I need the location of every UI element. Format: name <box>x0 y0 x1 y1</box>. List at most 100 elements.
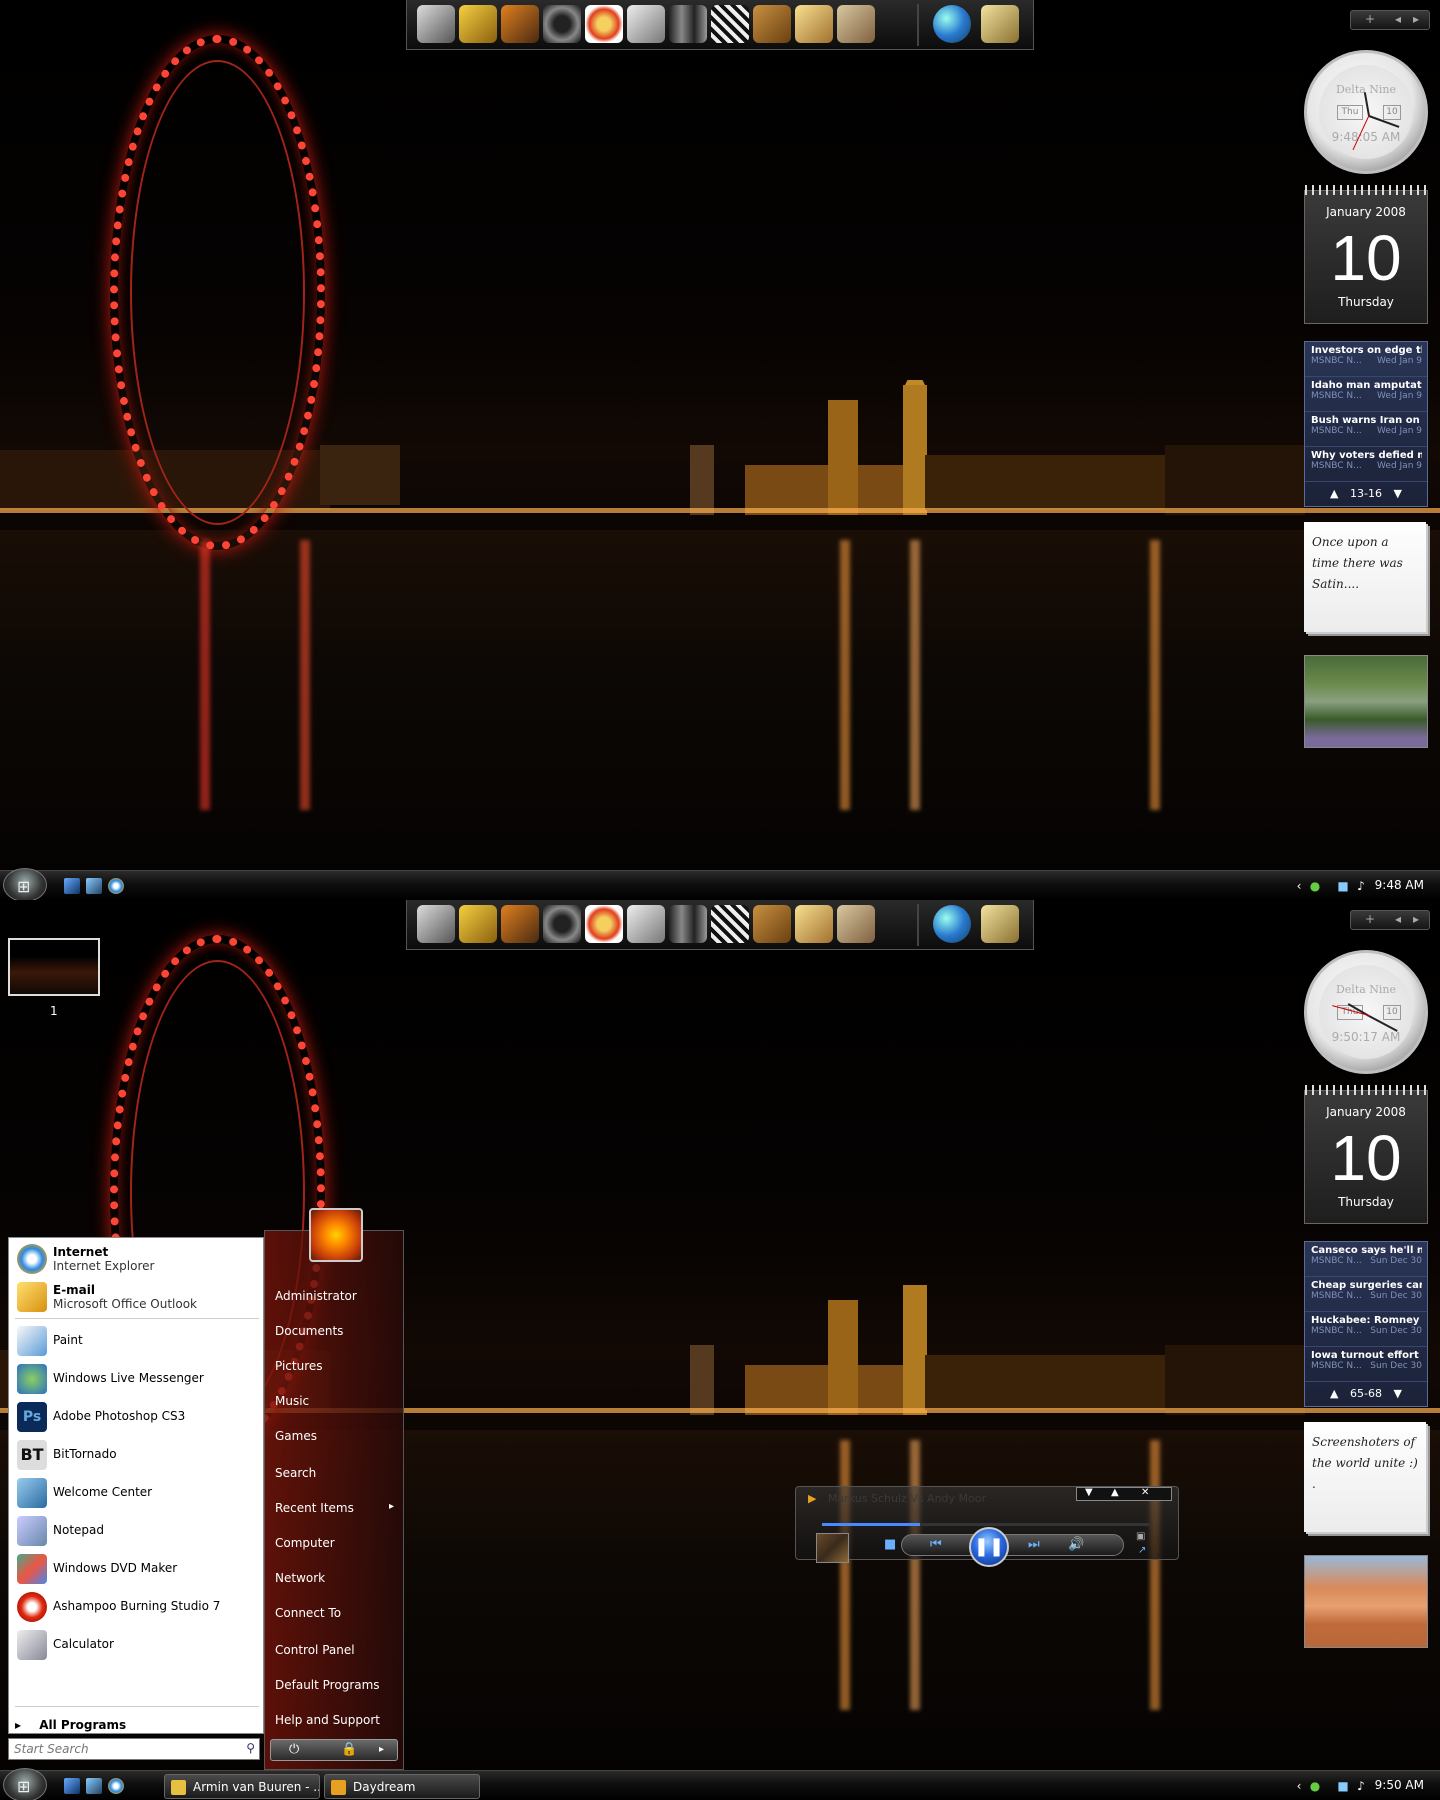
notes-gadget[interactable]: Once upon a time there was Satin.... <box>1304 522 1426 632</box>
note-text[interactable]: Once upon a time there was Satin.... <box>1304 522 1426 605</box>
place-control-panel[interactable]: Control Panel <box>275 1643 355 1657</box>
poker-chip-icon[interactable] <box>585 5 623 43</box>
keys-icon[interactable] <box>459 5 497 43</box>
binoculars-icon[interactable] <box>627 905 665 943</box>
news-next-icon[interactable]: ▼ <box>1393 1387 1401 1400</box>
volume-icon[interactable]: ♪ <box>1354 1779 1368 1793</box>
notepad-icon[interactable] <box>981 5 1019 43</box>
tv-icon[interactable] <box>501 5 539 43</box>
ie-icon[interactable] <box>108 878 124 894</box>
news-item[interactable]: Iowa turnout effort c... MSNBC N... Sun D… <box>1305 1347 1427 1382</box>
previous-icon[interactable]: ⏮ <box>930 1537 942 1552</box>
start-search-input[interactable]: Start Search ⚲ <box>8 1738 260 1760</box>
place-computer[interactable]: Computer <box>275 1536 335 1550</box>
globe-icon[interactable] <box>933 905 971 943</box>
sidebar-prev-button[interactable]: ◂ <box>1395 912 1401 926</box>
briefcase-icon[interactable] <box>753 5 791 43</box>
show-desktop-icon[interactable] <box>64 878 80 894</box>
place-music[interactable]: Music <box>275 1394 309 1408</box>
camera-lens-icon[interactable] <box>543 905 581 943</box>
keys-icon[interactable] <box>459 905 497 943</box>
tray-expand-icon[interactable]: ‹ <box>1292 1779 1306 1793</box>
pinned-internet[interactable]: Internet Internet Explorer <box>13 1242 259 1276</box>
minimize-icon[interactable]: ▼ <box>1085 1487 1093 1498</box>
clapper-icon[interactable] <box>711 5 749 43</box>
recent-program[interactable]: Windows Live Messenger <box>13 1362 259 1396</box>
note-text[interactable]: Screenshoters of the world unite :) . <box>1304 1422 1426 1505</box>
workspace-thumbnail[interactable] <box>8 938 100 996</box>
news-item[interactable]: Canseco says he'll na... MSNBC N... Sun D… <box>1305 1242 1427 1277</box>
calendar-gadget[interactable]: January 2008 10 Thursday <box>1304 185 1428 324</box>
recent-program[interactable]: Paint <box>13 1324 259 1358</box>
recent-program[interactable]: Ashampoo Burning Studio 7 <box>13 1590 259 1624</box>
place-help-support[interactable]: Help and Support <box>275 1713 380 1727</box>
tv-icon[interactable] <box>501 905 539 943</box>
tray-clock[interactable]: 9:50 AM <box>1375 1778 1424 1792</box>
taskbar-button[interactable]: Daydream <box>324 1774 480 1799</box>
news-prev-icon[interactable]: ▲ <box>1330 487 1338 500</box>
toolbox-icon[interactable] <box>669 5 707 43</box>
place-pictures[interactable]: Pictures <box>275 1359 323 1373</box>
place-recent-items[interactable]: Recent Items <box>275 1501 354 1515</box>
taskbar-button[interactable]: Armin van Buuren - ... <box>164 1774 320 1799</box>
pictures-icon[interactable] <box>795 905 833 943</box>
pinned-email[interactable]: E-mail Microsoft Office Outlook <box>13 1280 259 1314</box>
sidebar-add-button[interactable]: + <box>1365 12 1375 26</box>
map-icon[interactable] <box>837 5 875 43</box>
all-programs-button[interactable]: ▸ All Programs <box>15 1718 126 1732</box>
volume-icon[interactable]: 🔊 <box>1068 1537 1084 1552</box>
recent-program[interactable]: BT BitTornado <box>13 1438 259 1472</box>
start-button[interactable]: ⊞ <box>3 1768 47 1800</box>
switch-windows-icon[interactable] <box>86 1778 102 1794</box>
camera-lens-icon[interactable] <box>543 5 581 43</box>
place-network[interactable]: Network <box>275 1571 325 1585</box>
clock-gadget[interactable]: Delta Nine Thu 10 9:50:17 AM <box>1304 950 1428 1074</box>
news-item[interactable]: Idaho man amputate... MSNBC N... Wed Jan … <box>1305 377 1427 412</box>
sidebar-add-button[interactable]: + <box>1365 912 1375 926</box>
network-icon[interactable]: ■ <box>1336 879 1350 893</box>
news-item[interactable]: Huckabee: Romney '... MSNBC N... Sun Dec … <box>1305 1312 1427 1347</box>
place-connect-to[interactable]: Connect To <box>275 1606 341 1620</box>
news-item[interactable]: Bush warns Iran on s... MSNBC N... Wed Ja… <box>1305 412 1427 447</box>
place-default-programs[interactable]: Default Programs <box>275 1678 380 1692</box>
power-options-arrow-icon[interactable]: ▸ <box>379 1744 384 1755</box>
pictures-icon[interactable] <box>795 5 833 43</box>
switch-windows-icon[interactable] <box>86 878 102 894</box>
restore-icon[interactable]: ▲ <box>1111 1487 1119 1498</box>
sidebar-prev-button[interactable]: ◂ <box>1395 12 1401 26</box>
next-icon[interactable]: ⏭ <box>1028 1537 1040 1552</box>
network-icon[interactable]: ■ <box>1336 1779 1350 1793</box>
place-documents[interactable]: Documents <box>275 1324 343 1338</box>
sidebar-next-button[interactable]: ▸ <box>1413 912 1419 926</box>
news-item[interactable]: Investors on edge thi... MSNBC N... Wed J… <box>1305 342 1427 377</box>
seek-bar[interactable] <box>822 1523 1150 1526</box>
slideshow-gadget[interactable] <box>1304 1555 1428 1648</box>
toolbox-icon[interactable] <box>669 905 707 943</box>
clock-gadget[interactable]: Delta Nine Thu 10 9:48:05 AM <box>1304 50 1428 174</box>
recent-program[interactable]: Welcome Center <box>13 1476 259 1510</box>
power-icon[interactable]: ⏻ <box>289 1742 299 1757</box>
recent-program[interactable]: Notepad <box>13 1514 259 1548</box>
place-administrator[interactable]: Administrator <box>275 1289 357 1303</box>
slideshow-gadget[interactable] <box>1304 655 1428 748</box>
search-icon[interactable]: ⚲ <box>246 1741 255 1755</box>
sidebar-next-button[interactable]: ▸ <box>1413 12 1419 26</box>
ie-icon[interactable] <box>108 1778 124 1794</box>
news-prev-icon[interactable]: ▲ <box>1330 1387 1338 1400</box>
start-button[interactable]: ⊞ <box>3 868 47 900</box>
close-icon[interactable]: ✕ <box>1141 1487 1149 1498</box>
calendar-gadget[interactable]: January 2008 10 Thursday <box>1304 1085 1428 1224</box>
switch-to-library-icon[interactable]: ▣ <box>1136 1531 1145 1542</box>
pause-button[interactable]: ❚❚ <box>969 1527 1009 1567</box>
poker-chip-icon[interactable] <box>585 905 623 943</box>
messenger-tray-icon[interactable]: ● <box>1308 1779 1322 1793</box>
stop-icon[interactable]: ■ <box>884 1537 896 1552</box>
place-games[interactable]: Games <box>275 1429 317 1443</box>
recent-program[interactable]: Calculator <box>13 1628 259 1662</box>
notes-gadget[interactable]: Screenshoters of the world unite :) . <box>1304 1422 1426 1532</box>
drive-icon[interactable] <box>417 905 455 943</box>
recent-program[interactable]: Ps Adobe Photoshop CS3 <box>13 1400 259 1434</box>
lock-icon[interactable]: 🔒 <box>341 1742 357 1757</box>
news-next-icon[interactable]: ▼ <box>1393 487 1401 500</box>
switch-to-full-icon[interactable]: ↗ <box>1138 1545 1146 1556</box>
